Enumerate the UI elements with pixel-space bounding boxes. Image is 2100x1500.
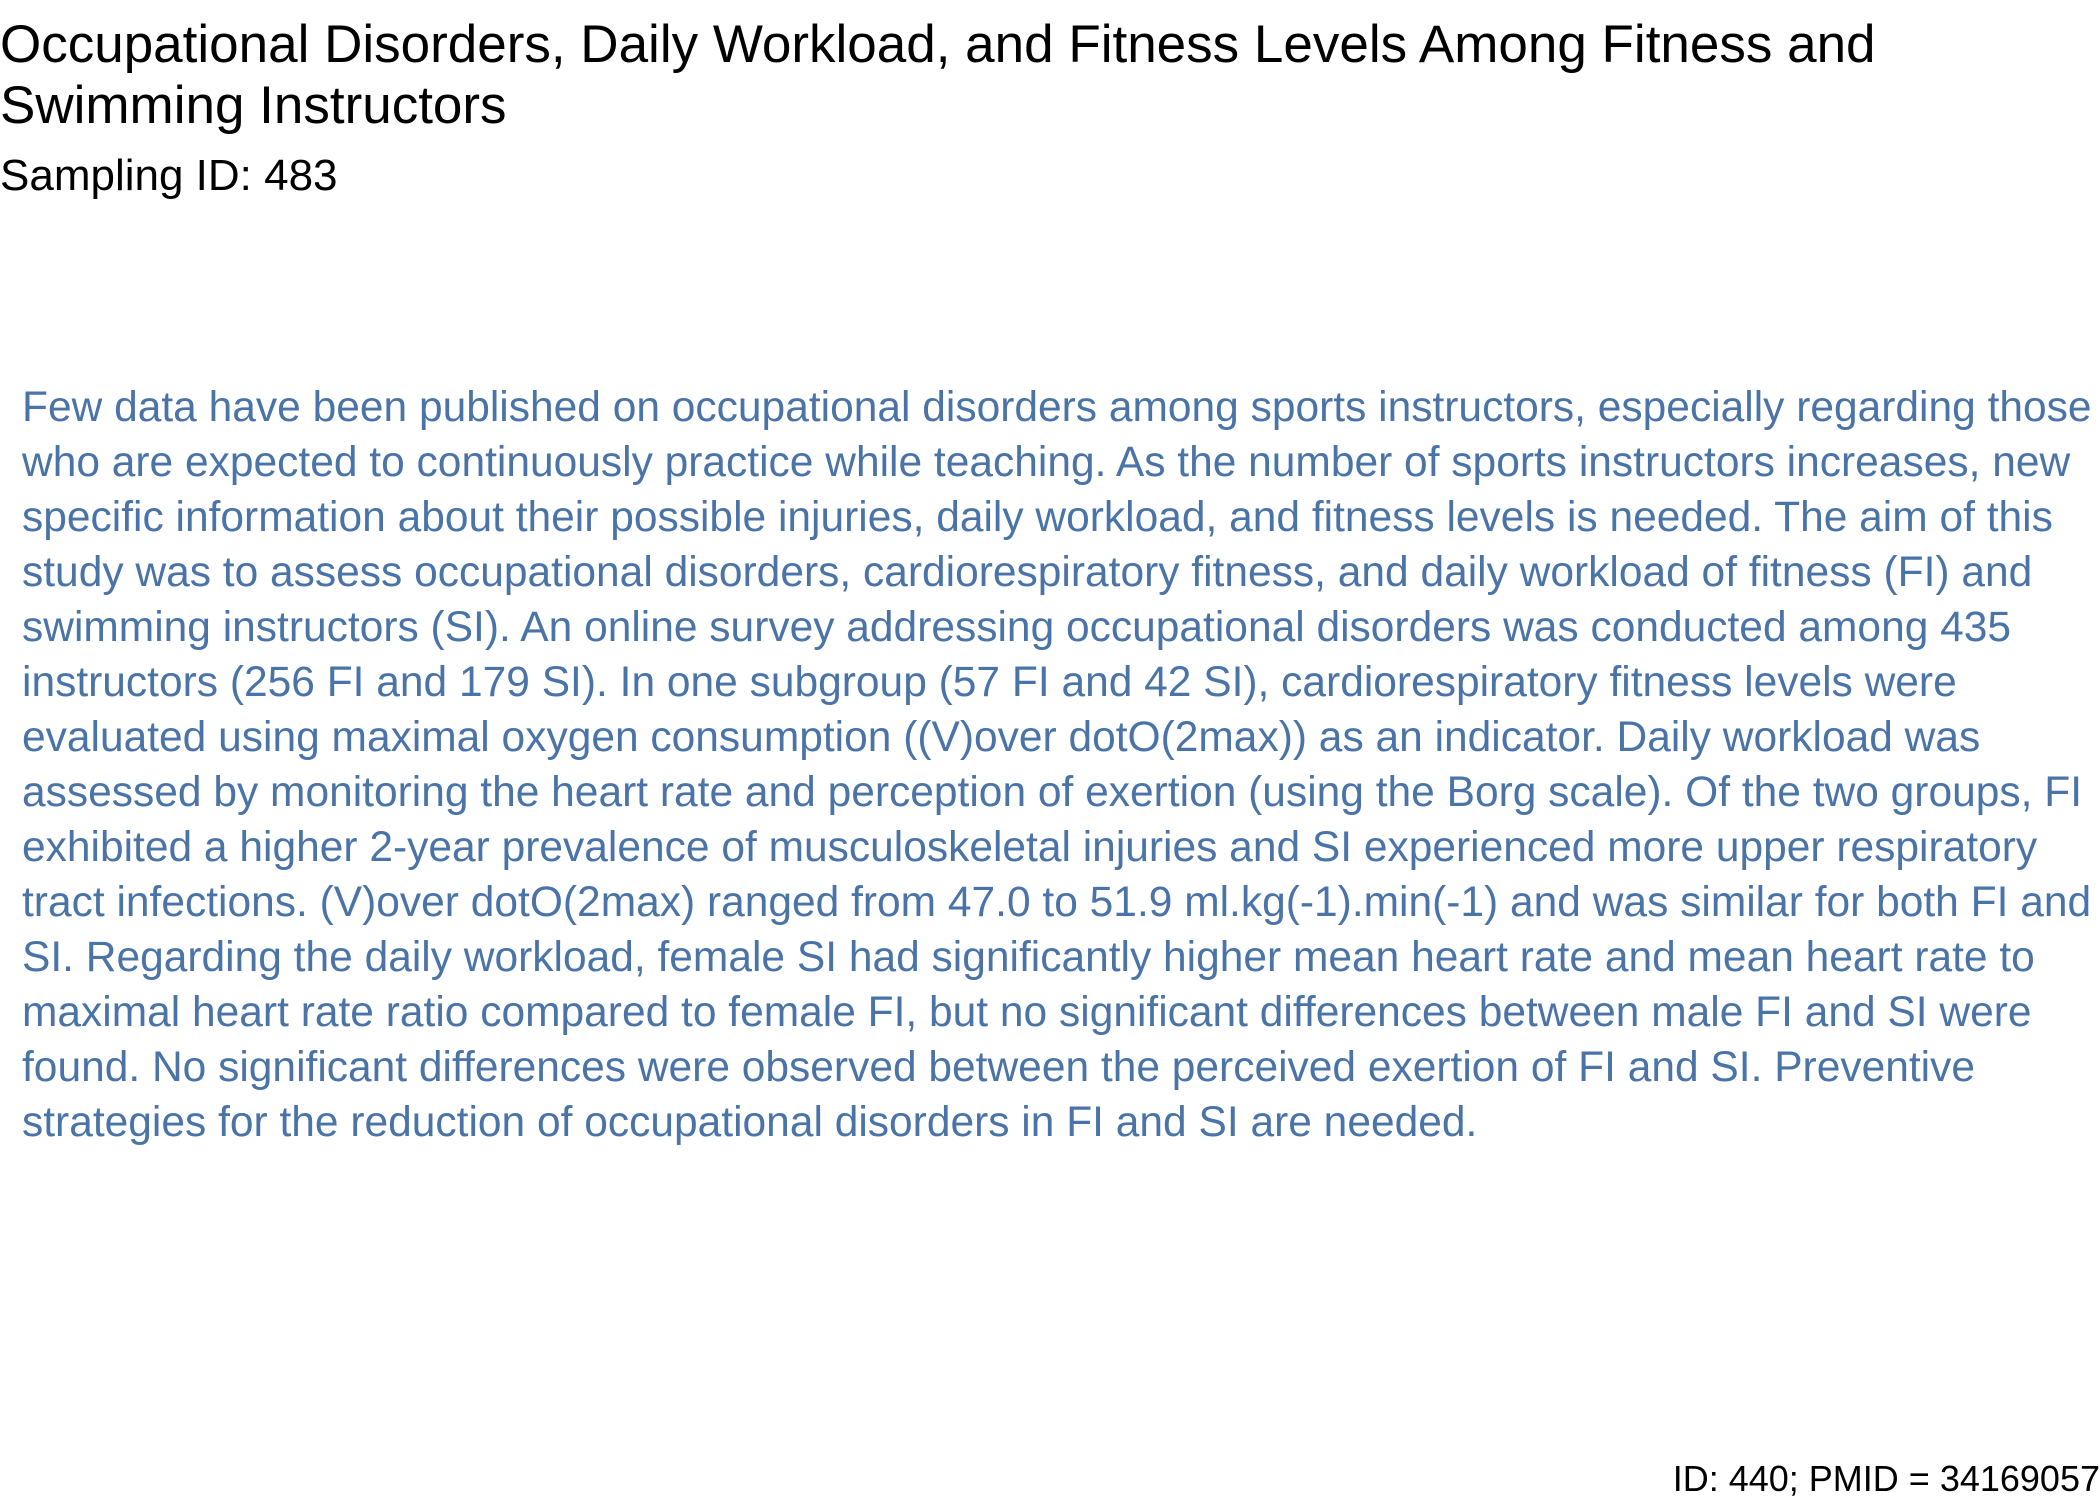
abstract-text: Few data have been published on occupati…	[22, 384, 2092, 1146]
document-title: Occupational Disorders, Daily Workload, …	[0, 15, 1876, 135]
footer-id: ID: 440; PMID = 34169057	[1672, 1458, 2100, 1499]
sampling-id: Sampling ID: 483	[0, 151, 338, 200]
